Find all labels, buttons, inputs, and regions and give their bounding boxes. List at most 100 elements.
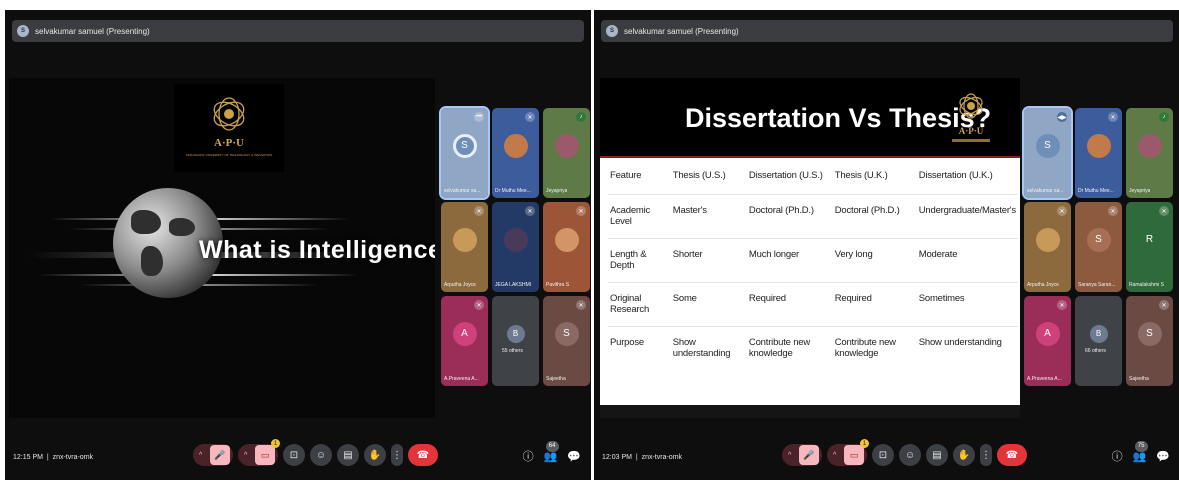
table-header-row: Feature Thesis (U.S.) Dissertation (U.S.… — [608, 160, 1018, 194]
present-button[interactable]: ⊡ — [283, 444, 305, 466]
people-icon: 👥 — [543, 450, 558, 463]
presenter-bar: S selvakumar samuel (Presenting) — [601, 20, 1173, 42]
presenter-avatar: S — [606, 25, 618, 37]
present-button[interactable]: ⊡ — [872, 444, 894, 466]
avatar: A — [452, 321, 477, 346]
captions-icon: ▤ — [932, 449, 942, 461]
emoji-button[interactable]: ☺ — [310, 444, 332, 466]
end-call-icon: ☎ — [416, 449, 430, 461]
captions-button[interactable]: ▤ — [926, 444, 948, 466]
table-row: Original Research Some Required Required… — [608, 282, 1018, 326]
chat-icon[interactable]: 💬 — [1156, 450, 1170, 463]
avatar: S — [1035, 133, 1060, 158]
people-button[interactable]: 👥 75 — [1132, 440, 1148, 463]
camera-toggle[interactable]: ^ ▭ 1 — [827, 439, 869, 466]
emoji-button[interactable]: ☺ — [899, 444, 921, 466]
chevron-up-icon[interactable]: ^ — [244, 452, 247, 459]
table-cell: Show understanding — [918, 336, 1002, 348]
slide-header: Dissertation Vs Thesis? A·P·U — [600, 78, 1020, 156]
participant-tile[interactable]: ♪ Jeyapriya — [1126, 108, 1173, 198]
table-header-cell: Thesis (U.K.) — [834, 170, 888, 181]
chevron-up-icon[interactable]: ^ — [199, 452, 202, 459]
mic-toggle[interactable]: ^ 🎤 — [193, 444, 233, 466]
chat-icon[interactable]: 💬 — [567, 450, 581, 463]
others-tile[interactable]: B 66 others — [1075, 296, 1122, 386]
presenter-name: selvakumar samuel (Presenting) — [35, 26, 150, 36]
raise-hand-icon: ✋ — [957, 449, 971, 461]
more-options-button[interactable]: ⋮ — [391, 444, 403, 466]
participant-name: selvakumar sa... — [1027, 188, 1064, 194]
participant-name: A.Praveena A... — [444, 376, 479, 382]
participant-tile[interactable]: ✕ JEGA LAKSHMI — [492, 202, 539, 292]
participant-name: Ramalakshmi S — [1129, 282, 1165, 288]
participant-tile[interactable]: ✕ Arputha Joyce — [1024, 202, 1071, 292]
table-cell: Length & Depth — [610, 248, 647, 271]
table-header-cell: Thesis (U.S.) — [672, 170, 726, 181]
comparison-table: Feature Thesis (U.S.) Dissertation (U.S.… — [608, 160, 1018, 370]
emoji-icon: ☺ — [315, 449, 327, 461]
end-call-button[interactable]: ☎ — [997, 444, 1027, 466]
participant-tile[interactable]: ✕ Pavithra S — [543, 202, 590, 292]
people-icon: 👥 — [1132, 450, 1147, 463]
participant-tile[interactable]: ✕ R Ramalakshmi S — [1126, 202, 1173, 292]
participant-name: Arputha Joyce — [1027, 282, 1059, 288]
table-row: Academic Level Master's Doctoral (Ph.D.)… — [608, 194, 1018, 238]
participant-name: Arputha Joyce — [444, 282, 476, 288]
meeting-time: 12:15 PM | znx-tvra-omk — [13, 454, 94, 461]
participant-tile[interactable]: ♪ Jeyapriya — [543, 108, 590, 198]
table-cell: Shorter — [672, 248, 703, 260]
participant-tile[interactable]: ✕ Arputha Joyce — [441, 202, 488, 292]
mic-muted-icon: ✕ — [576, 206, 586, 216]
mic-toggle[interactable]: ^ 🎤 — [782, 444, 822, 466]
control-bar: 12:15 PM | znx-tvra-omk ^ 🎤 ^ ▭ 1 ⊡ ☺ ▤ ✋ ⋮… — [5, 434, 591, 480]
chevron-up-icon[interactable]: ^ — [788, 452, 791, 459]
info-icon[interactable]: ⓘ — [1112, 448, 1123, 464]
participant-name: Jeyapriya — [1129, 188, 1151, 194]
participant-tile[interactable]: ✕ A A.Praveena A... — [1024, 296, 1071, 386]
more-options-button[interactable]: ⋮ — [980, 444, 992, 466]
speaking-icon: ♪ — [576, 112, 586, 122]
table-cell: Sometimes — [918, 292, 965, 304]
participant-tile[interactable]: ✕ Dr Muthu Mee... — [492, 108, 539, 198]
presenter-avatar: S — [17, 25, 29, 37]
people-button[interactable]: 👥 64 — [543, 440, 559, 463]
avatar — [554, 133, 579, 158]
participant-tile[interactable]: ✕ Dr Muthu Mee... — [1075, 108, 1122, 198]
table-header-cell: Feature — [610, 170, 642, 181]
info-icon[interactable]: ⓘ — [523, 448, 534, 464]
end-call-button[interactable]: ☎ — [408, 444, 438, 466]
others-tile[interactable]: B 55 others — [492, 296, 539, 386]
camera-off-icon: ▭ — [844, 445, 864, 465]
participant-tile[interactable]: ◀▶ S selvakumar sa... — [1022, 106, 1073, 200]
table-cell: Much longer — [748, 248, 799, 260]
notification-badge: 1 — [271, 439, 280, 448]
mic-muted-icon: ✕ — [1159, 206, 1169, 216]
raise-hand-button[interactable]: ✋ — [364, 444, 386, 466]
table-cell: Contribute new knowledge — [834, 336, 896, 359]
table-cell: Doctoral (Ph.D.) — [748, 204, 814, 216]
table-cell: Doctoral (Ph.D.) — [834, 204, 900, 216]
participant-tile[interactable]: ••• S selvakumar sa... — [439, 106, 490, 200]
participant-grid: ••• S selvakumar sa... ✕ Dr Muthu Mee...… — [439, 106, 590, 386]
participant-tile[interactable]: ✕ S Sajeetha — [543, 296, 590, 386]
participant-name: Dr Muthu Mee... — [1078, 188, 1114, 194]
meeting-screen-right: S selvakumar samuel (Presenting) Dissert… — [594, 10, 1179, 480]
present-icon: ⊡ — [289, 449, 299, 461]
participant-tile[interactable]: ✕ S Saranya Saran... — [1075, 202, 1122, 292]
meeting-screen-left: S selvakumar samuel (Presenting) A·P·U A… — [5, 10, 591, 480]
avatar: S — [1137, 321, 1162, 346]
avatar: R — [1137, 227, 1162, 252]
camera-toggle[interactable]: ^ ▭ 1 — [238, 439, 280, 466]
presenter-bar: S selvakumar samuel (Presenting) — [12, 20, 584, 42]
avatar — [503, 227, 528, 252]
meeting-time: 12:03 PM | znx-tvra-omk — [602, 454, 683, 461]
avatar: S — [452, 133, 477, 158]
others-count: 66 others — [1085, 348, 1106, 354]
camera-off-icon: ▭ — [255, 445, 275, 465]
chevron-up-icon[interactable]: ^ — [833, 452, 836, 459]
raise-hand-button[interactable]: ✋ — [953, 444, 975, 466]
captions-button[interactable]: ▤ — [337, 444, 359, 466]
table-cell: Original Research — [610, 292, 650, 315]
participant-tile[interactable]: ✕ S Sajeetha — [1126, 296, 1173, 386]
participant-tile[interactable]: ✕ A A.Praveena A... — [441, 296, 488, 386]
